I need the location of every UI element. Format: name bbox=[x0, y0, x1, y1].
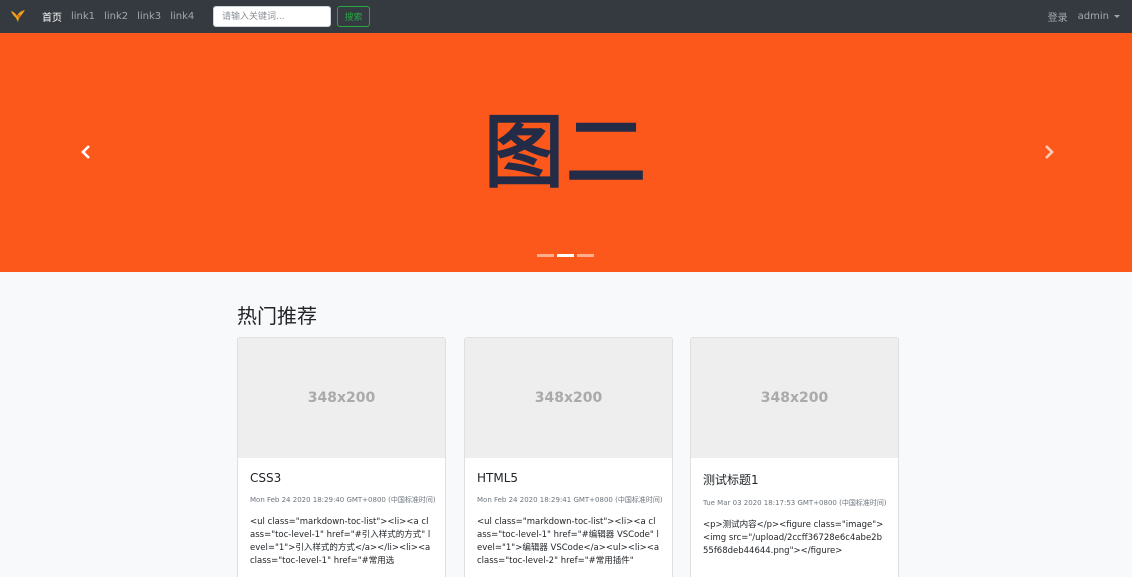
nav-link3[interactable]: link3 bbox=[137, 11, 161, 22]
user-dropdown[interactable]: admin bbox=[1078, 11, 1120, 22]
login-link[interactable]: 登录 bbox=[1048, 9, 1068, 24]
section-title: 热门推荐 bbox=[237, 304, 317, 328]
indicator-3[interactable] bbox=[577, 254, 594, 257]
user-area: 登录 admin bbox=[1038, 0, 1120, 33]
card-text: <ul class="markdown-toc-list"><li><a cla… bbox=[250, 517, 431, 566]
chevron-left-icon[interactable] bbox=[79, 144, 93, 160]
top-navbar: 首页 link1 link2 link3 link4 搜索 登录 admin bbox=[0, 0, 1132, 33]
card-date: Mon Feb 24 2020 18:29:40 GMT+0800 (中国标准时… bbox=[250, 496, 436, 504]
indicator-1[interactable] bbox=[537, 254, 554, 257]
card-image-placeholder: 348x200 bbox=[465, 338, 672, 458]
card-2[interactable]: 348x200 HTML5 Mon Feb 24 2020 18:29:41 G… bbox=[464, 337, 673, 577]
search-input[interactable] bbox=[213, 6, 331, 27]
card-1[interactable]: 348x200 CSS3 Mon Feb 24 2020 18:29:40 GM… bbox=[237, 337, 446, 577]
card-text: <ul class="markdown-toc-list"><li><a cla… bbox=[477, 517, 660, 566]
card-date: Mon Feb 24 2020 18:29:41 GMT+0800 (中国标准时… bbox=[477, 496, 663, 504]
card-image-placeholder: 348x200 bbox=[691, 338, 898, 458]
card-body: 测试标题1 Tue Mar 03 2020 18:17:53 GMT+0800 … bbox=[691, 458, 898, 569]
card-body: HTML5 Mon Feb 24 2020 18:29:41 GMT+0800 … bbox=[465, 458, 672, 577]
card-title[interactable]: 测试标题1 bbox=[703, 471, 886, 488]
nav-link1[interactable]: link1 bbox=[71, 11, 95, 22]
indicator-2[interactable] bbox=[557, 254, 574, 257]
hero-carousel: 图二 bbox=[0, 33, 1132, 272]
card-title[interactable]: HTML5 bbox=[477, 471, 660, 485]
card-image-placeholder: 348x200 bbox=[238, 338, 445, 458]
nav-home[interactable]: 首页 bbox=[42, 9, 62, 24]
bird-logo-icon[interactable] bbox=[10, 8, 26, 24]
card-body: CSS3 Mon Feb 24 2020 18:29:40 GMT+0800 (… bbox=[238, 458, 445, 577]
card-title[interactable]: CSS3 bbox=[250, 471, 433, 485]
user-name: admin bbox=[1077, 11, 1109, 22]
slide-title: 图二 bbox=[484, 106, 648, 199]
nav-link4[interactable]: link4 bbox=[170, 11, 194, 22]
nav-links: 首页 link1 link2 link3 link4 bbox=[42, 0, 203, 33]
card-3[interactable]: 348x200 测试标题1 Tue Mar 03 2020 18:17:53 G… bbox=[690, 337, 899, 577]
chevron-right-icon[interactable] bbox=[1042, 144, 1056, 160]
caret-down-icon bbox=[1114, 14, 1120, 18]
carousel-indicators bbox=[537, 254, 597, 257]
card-text: <p>测试内容</p><figure class="image"><img sr… bbox=[703, 520, 884, 556]
card-date: Tue Mar 03 2020 18:17:53 GMT+0800 (中国标准时… bbox=[703, 499, 887, 507]
search-button[interactable]: 搜索 bbox=[337, 6, 370, 27]
nav-link2[interactable]: link2 bbox=[104, 11, 128, 22]
